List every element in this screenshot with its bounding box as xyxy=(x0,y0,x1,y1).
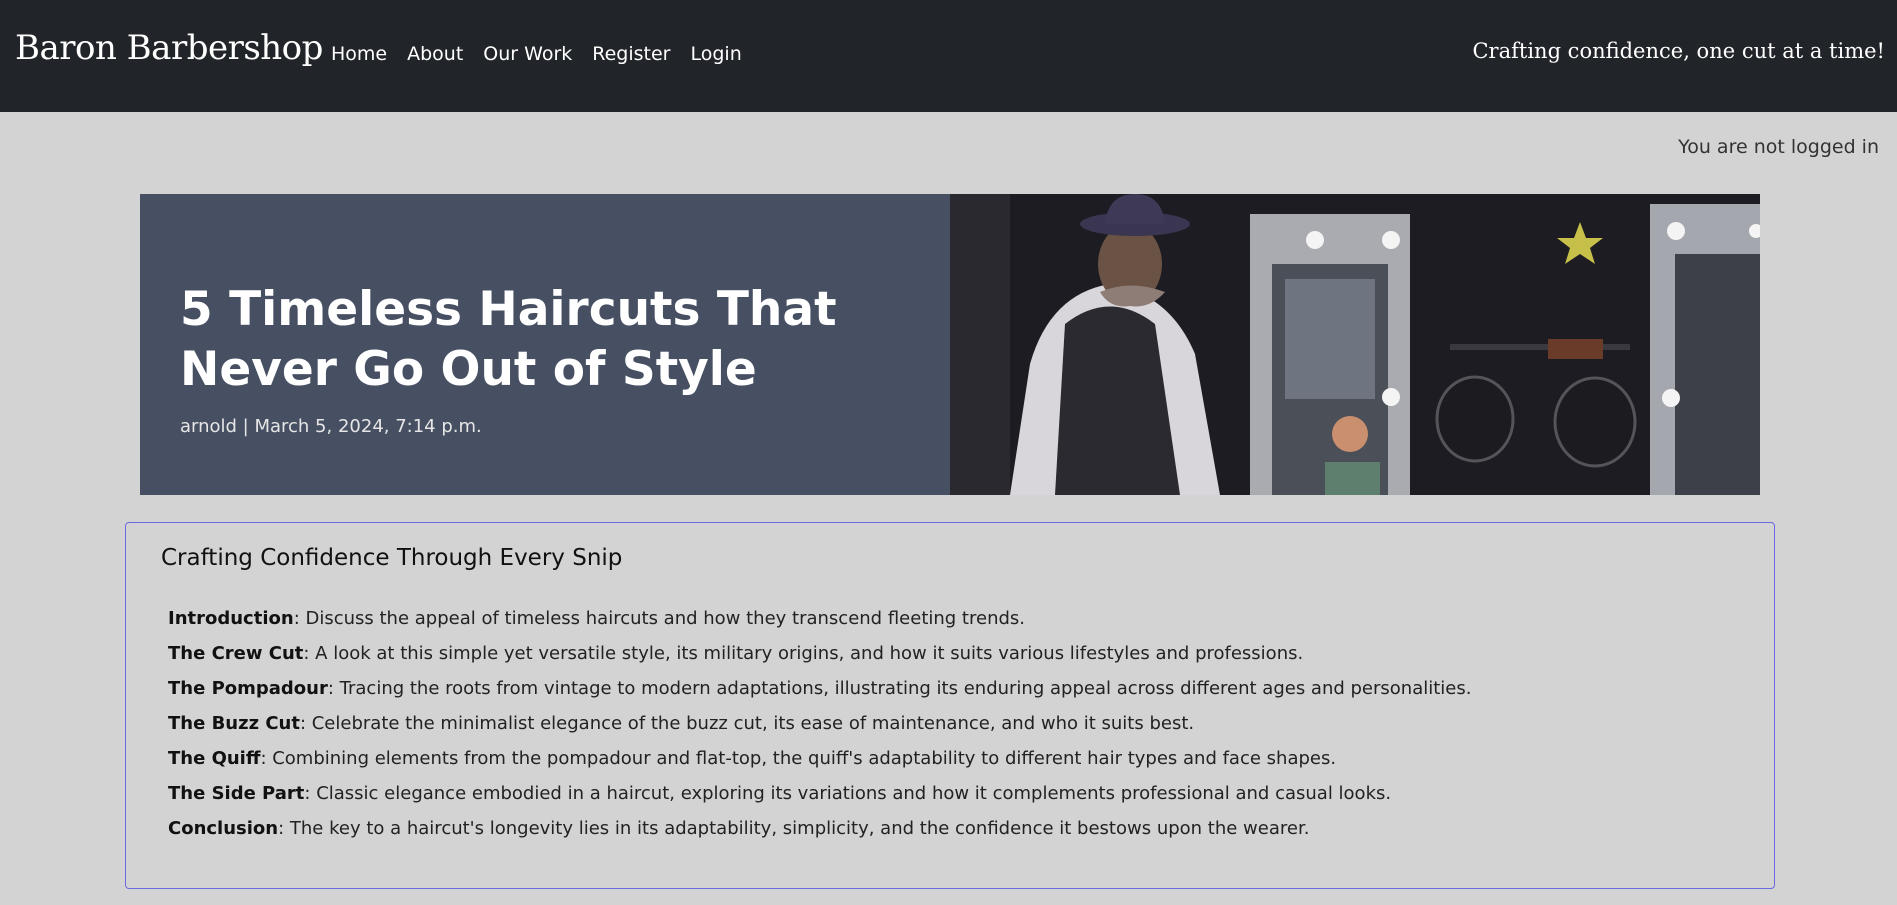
item-text: : The key to a haircut's longevity lies … xyxy=(278,818,1310,839)
nav-link-login[interactable]: Login xyxy=(691,43,742,65)
nav-link-about[interactable]: About xyxy=(407,43,463,65)
hero-image xyxy=(950,194,1760,495)
item-term: Introduction xyxy=(168,608,294,629)
nav-links: Home About Our Work Register Login xyxy=(331,43,742,65)
item-term: The Buzz Cut xyxy=(168,713,300,734)
top-navbar: Baron Barbershop Home About Our Work Reg… xyxy=(0,0,1897,112)
brand-logo[interactable]: Baron Barbershop xyxy=(15,28,323,68)
item-text: : Combining elements from the pompadour … xyxy=(260,748,1337,769)
nav-link-home[interactable]: Home xyxy=(331,43,387,65)
hero-text-panel: 5 Timeless Haircuts That Never Go Out of… xyxy=(140,194,950,495)
post-hero: 5 Timeless Haircuts That Never Go Out of… xyxy=(140,194,1760,495)
site-tagline: Crafting confidence, one cut at a time! xyxy=(1472,39,1885,63)
haircut-outline: Introduction: Discuss the appeal of time… xyxy=(161,601,1739,846)
item-text: : A look at this simple yet versatile st… xyxy=(303,643,1304,664)
post-content-card: Crafting Confidence Through Every Snip I… xyxy=(125,522,1775,889)
nav-link-our-work[interactable]: Our Work xyxy=(483,43,572,65)
item-term: The Crew Cut xyxy=(168,643,304,664)
list-item: Conclusion: The key to a haircut's longe… xyxy=(168,811,1739,846)
list-item: Introduction: Discuss the appeal of time… xyxy=(168,601,1739,636)
content-heading: Crafting Confidence Through Every Snip xyxy=(161,545,623,571)
list-item: The Crew Cut: A look at this simple yet … xyxy=(168,636,1739,671)
item-term: The Pompadour xyxy=(168,678,328,699)
nav-link-register[interactable]: Register xyxy=(592,43,670,65)
post-meta: arnold | March 5, 2024, 7:14 p.m. xyxy=(180,416,482,437)
item-term: The Quiff xyxy=(168,748,261,769)
item-text: : Tracing the roots from vintage to mode… xyxy=(327,678,1472,699)
list-item: The Pompadour: Tracing the roots from vi… xyxy=(168,671,1739,706)
item-text: : Classic elegance embodied in a haircut… xyxy=(304,783,1392,804)
login-status: You are not logged in xyxy=(1678,136,1879,158)
list-item: The Buzz Cut: Celebrate the minimalist e… xyxy=(168,706,1739,741)
item-term: The Side Part xyxy=(168,783,305,804)
item-term: Conclusion xyxy=(168,818,279,839)
post-title: 5 Timeless Haircuts That Never Go Out of… xyxy=(180,282,837,397)
list-item: The Side Part: Classic elegance embodied… xyxy=(168,776,1739,811)
item-text: : Discuss the appeal of timeless haircut… xyxy=(293,608,1025,629)
item-text: : Celebrate the minimalist elegance of t… xyxy=(299,713,1195,734)
list-item: The Quiff: Combining elements from the p… xyxy=(168,741,1739,776)
